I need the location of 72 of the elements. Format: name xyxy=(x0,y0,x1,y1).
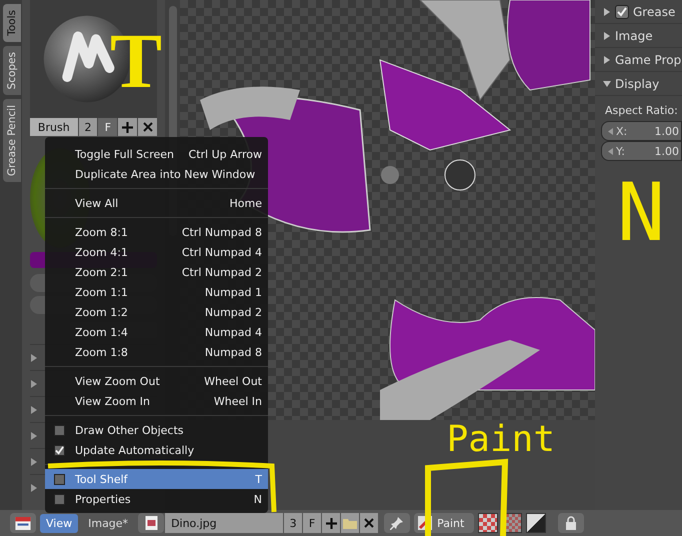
side-tab[interactable]: Scopes xyxy=(3,46,21,96)
checkbox[interactable] xyxy=(54,444,65,456)
menu-item[interactable]: Zoom 1:1 Numpad 1 xyxy=(45,282,268,302)
image-name-field[interactable]: Dino.jpg xyxy=(165,513,284,533)
menu-item[interactable]: Update Automatically xyxy=(45,440,268,460)
header-menu[interactable]: View xyxy=(40,514,78,532)
annotation-letter: T xyxy=(110,22,162,100)
menu-item[interactable]: Toggle Full Screen Ctrl Up Arrow xyxy=(45,144,268,164)
checkbox[interactable] xyxy=(54,424,65,436)
menu-item[interactable]: Zoom 1:8 Numpad 8 xyxy=(45,342,268,362)
editor-type-button[interactable] xyxy=(10,513,36,533)
expand-arrow-icon[interactable] xyxy=(30,380,38,388)
menu-item[interactable]: View Zoom In Wheel In xyxy=(45,391,268,411)
plus-icon xyxy=(326,518,337,528)
image-icon xyxy=(144,516,158,530)
panel-title[interactable]: Game Prop xyxy=(615,52,682,66)
expand-arrow-icon[interactable] xyxy=(603,32,611,40)
checkbox[interactable] xyxy=(615,4,629,18)
expand-arrow-icon[interactable] xyxy=(30,432,38,440)
expand-arrow-icon[interactable] xyxy=(603,56,611,64)
annotation-word: Paint xyxy=(446,422,555,458)
menu-item[interactable]: View Zoom Out Wheel Out xyxy=(45,371,268,391)
expand-arrow-icon[interactable] xyxy=(603,80,611,88)
aspect-ratio-label: Aspect Ratio: xyxy=(605,104,679,117)
image-browse-button[interactable] xyxy=(138,513,164,533)
add-button[interactable] xyxy=(322,513,340,533)
close-icon xyxy=(364,518,374,528)
brush-name-field[interactable]: Brush xyxy=(30,118,78,136)
side-tab[interactable]: Grease Pencil xyxy=(3,99,21,182)
menu-item[interactable]: Properties N xyxy=(45,489,268,509)
expand-arrow-icon[interactable] xyxy=(603,8,611,16)
panel-title[interactable]: Image xyxy=(615,28,653,42)
mode-dropdown[interactable]: Paint xyxy=(414,513,474,533)
pin-button[interactable] xyxy=(384,513,410,533)
expand-arrow-icon[interactable] xyxy=(30,458,38,466)
menu-item[interactable]: Draw Other Objects xyxy=(45,420,268,440)
menu-item[interactable]: Tool Shelf T xyxy=(45,469,268,489)
side-tab[interactable]: Tools xyxy=(3,4,21,42)
number-field[interactable]: X: 1.00 xyxy=(601,121,682,141)
contrast-icon[interactable] xyxy=(526,513,546,533)
menu-item[interactable]: Zoom 1:2 Numpad 2 xyxy=(45,302,268,322)
fake-user-toggle[interactable]: F xyxy=(98,118,118,136)
user-count[interactable]: 3 xyxy=(284,513,302,533)
menu-item[interactable]: Zoom 4:1 Ctrl Numpad 4 xyxy=(45,242,268,262)
pin-icon xyxy=(390,516,404,530)
panel-title[interactable]: Display xyxy=(615,76,660,90)
unlink-button[interactable] xyxy=(360,513,378,533)
expand-arrow-icon[interactable] xyxy=(30,406,38,414)
menu-item[interactable]: View All Home xyxy=(45,193,268,213)
plus-icon xyxy=(122,122,134,132)
unlink-button[interactable] xyxy=(138,118,157,136)
expand-arrow-icon[interactable] xyxy=(30,484,38,492)
close-icon xyxy=(142,122,153,132)
expand-arrow-icon[interactable] xyxy=(30,354,38,362)
menu-item[interactable]: Zoom 1:4 Numpad 4 xyxy=(45,322,268,342)
header-menu[interactable]: Image* xyxy=(82,514,134,532)
folder-icon[interactable] xyxy=(341,513,360,533)
fake-user-toggle[interactable]: F xyxy=(303,513,322,533)
panel-title[interactable]: Grease xyxy=(633,4,676,18)
menu-item[interactable]: Duplicate Area into New Window xyxy=(45,164,268,184)
lock-icon xyxy=(565,516,578,530)
number-field[interactable]: Y: 1.00 xyxy=(601,141,682,161)
menu-item[interactable]: Zoom 8:1 Ctrl Numpad 8 xyxy=(45,222,268,242)
add-button[interactable] xyxy=(118,118,138,136)
lock-button[interactable] xyxy=(558,513,584,533)
checkbox[interactable] xyxy=(54,494,65,504)
checkbox[interactable] xyxy=(54,474,65,484)
image-editor-icon xyxy=(15,516,31,530)
menu-item[interactable]: Zoom 2:1 Ctrl Numpad 2 xyxy=(45,262,268,282)
user-count[interactable]: 2 xyxy=(78,118,98,136)
annotation-letter: N xyxy=(617,173,666,253)
checker-icon[interactable] xyxy=(478,513,498,533)
